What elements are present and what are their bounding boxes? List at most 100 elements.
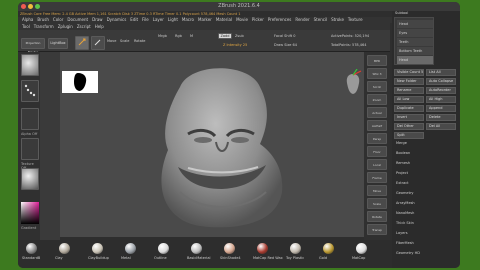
zbrush-window: ZBrush 2021.6.4 ZBrush Core Free Mem: 2.… — [18, 2, 460, 268]
tray-autoreorder-button[interactable]: AutoReorder — [426, 87, 456, 94]
right-shelf-scroll-button[interactable]: Scroll — [367, 81, 387, 92]
right-shelf-floor-button[interactable]: Floor — [367, 146, 387, 157]
active-points-readout: ActivePoints: 520,194 — [331, 34, 370, 38]
texture-slot[interactable] — [21, 138, 39, 160]
material-claybuildup-icon[interactable] — [92, 243, 103, 254]
right-shelf-zoom-button[interactable]: Zoom — [367, 94, 387, 105]
menu-help[interactable]: Help — [95, 23, 104, 30]
alpha-off-label: Alpha Off — [21, 132, 38, 136]
material-outline-icon[interactable] — [158, 243, 169, 254]
tray-rename-button[interactable]: Rename — [394, 87, 424, 94]
material-clay-icon[interactable] — [59, 243, 70, 254]
tray-all-low-button[interactable]: All Low — [394, 96, 424, 103]
subtool-tray: Subtool Head Eyes Teeth Bottom Teeth Head Vi… — [392, 11, 460, 268]
m-label[interactable]: M — [190, 34, 193, 38]
subtool-list[interactable]: Head Eyes Teeth Bottom Teeth Head — [394, 17, 434, 65]
tray-insert-button[interactable]: Insert — [394, 114, 424, 121]
material-matcap-icon[interactable] — [356, 243, 367, 254]
tray-nanomesh-item[interactable]: NanoMesh — [396, 211, 414, 215]
rgb-label[interactable]: Rgb — [175, 34, 182, 38]
right-shelf-bpr-button[interactable]: BPR — [367, 55, 387, 66]
tray-thick-skin-item[interactable]: Thick Skin — [396, 221, 414, 225]
right-shelf-aahalf-button[interactable]: AAHalf — [367, 120, 387, 131]
tray-layers-item[interactable]: Layers — [396, 231, 408, 235]
subtool-row[interactable]: Head — [397, 20, 433, 28]
draw-icon — [94, 39, 101, 46]
material-matcap-red-wax-icon[interactable] — [257, 243, 268, 254]
right-shelf: BPR SPix 3 Scroll Zoom Actual AAHalf Persp Floo… — [364, 52, 390, 240]
right-shelf-frame-button[interactable]: Frame — [367, 172, 387, 183]
lightbox-button[interactable]: LightBox — [48, 38, 68, 49]
material-label: SkinShade4 — [220, 256, 241, 260]
draw-size-slider[interactable]: Draw Size 64 — [274, 43, 297, 47]
alpha-slot[interactable] — [21, 108, 39, 130]
right-shelf-local-button[interactable]: Local — [367, 159, 387, 170]
right-shelf-actual-button[interactable]: Actual — [367, 107, 387, 118]
material-standardb-icon[interactable] — [26, 243, 37, 254]
tray-split-button[interactable]: Split — [394, 132, 424, 139]
menu-tool[interactable]: Tool — [22, 23, 30, 30]
tray-remesh-item[interactable]: Remesh — [396, 161, 410, 165]
tray-boolean-item[interactable]: Boolean — [396, 151, 410, 155]
right-shelf-scale-button[interactable]: Scale — [367, 198, 387, 209]
material-label: Toy Plastic — [286, 256, 305, 260]
material-label: StandardB — [22, 256, 41, 260]
tray-merge-item[interactable]: Merge — [396, 141, 407, 145]
tray-extract-item[interactable]: Extract — [396, 181, 409, 185]
sculpt-model[interactable] — [60, 52, 384, 237]
subtool-row[interactable]: Teeth — [397, 38, 433, 46]
scale-label[interactable]: Scale — [120, 39, 129, 43]
tray-project-item[interactable]: Project — [396, 171, 408, 175]
mrgb-label[interactable]: Mrgb — [158, 34, 167, 38]
material-toy-plastic-icon[interactable] — [290, 243, 301, 254]
tray-duplicate-button[interactable]: Duplicate — [394, 105, 424, 112]
z-intensity-slider[interactable]: Z Intensity 25 — [223, 43, 247, 47]
tray-del-other-button[interactable]: Del Other — [394, 123, 424, 130]
material-skinshade4-icon[interactable] — [224, 243, 235, 254]
menu-zplugin[interactable]: Zplugin — [58, 23, 73, 30]
material-label: Outline — [154, 256, 167, 260]
rotate-label[interactable]: Rotate — [134, 39, 145, 43]
tray-list-all-button[interactable]: List All — [426, 69, 456, 76]
focal-shift-slider[interactable]: Focal Shift 0 — [274, 34, 295, 38]
material-label: MatCap — [352, 256, 366, 260]
window-title: ZBrush 2021.6.4 — [218, 3, 260, 9]
material-slot[interactable] — [21, 168, 39, 190]
material-label: ClayBuildup — [88, 256, 109, 260]
tray-auto-collapse-button[interactable]: Auto Collapse — [426, 78, 456, 85]
zadd-button[interactable]: Zadd — [218, 33, 232, 39]
tray-geometry-hd-item[interactable]: Geometry HD — [396, 251, 420, 255]
move-label[interactable]: Move — [107, 39, 116, 43]
navigation-gizmo[interactable] — [341, 69, 365, 99]
right-shelf-spix-3-button[interactable]: SPix 3 — [367, 68, 387, 79]
zsub-label[interactable]: Zsub — [235, 34, 244, 38]
tray-del-all-button[interactable]: Del All — [426, 123, 456, 130]
tray-new-folder-button[interactable]: New Folder — [394, 78, 424, 85]
tray-all-high-button[interactable]: All High — [426, 96, 456, 103]
tray-append-button[interactable]: Append — [426, 105, 456, 112]
menu-zscript[interactable]: Zscript — [77, 23, 91, 30]
tray-arraymesh-item[interactable]: ArrayMesh — [396, 201, 415, 205]
material-metal-icon[interactable] — [125, 243, 136, 254]
material-gold-icon[interactable] — [323, 243, 334, 254]
right-shelf-persp-button[interactable]: Persp — [367, 133, 387, 144]
right-shelf-transp-button[interactable]: Transp — [367, 224, 387, 235]
draw-button[interactable] — [91, 36, 105, 50]
subtool-row[interactable]: Head — [397, 56, 433, 64]
right-shelf-move-button[interactable]: Move — [367, 185, 387, 196]
color-picker[interactable] — [21, 202, 39, 224]
subtool-row[interactable]: Bottom Teeth — [397, 47, 433, 55]
projection-master-button[interactable]: Projection Master — [21, 38, 45, 54]
brush-slot[interactable] — [21, 54, 39, 76]
menu-transform[interactable]: Transform — [34, 23, 54, 30]
tray-visible-count-5-button[interactable]: Visible Count 5 — [394, 69, 424, 76]
document-viewport[interactable] — [60, 52, 384, 237]
tray-fibermesh-item[interactable]: FiberMesh — [396, 241, 414, 245]
tray-delete-button[interactable]: Delete — [426, 114, 456, 121]
tray-geometry-item[interactable]: Geometry — [396, 191, 413, 195]
subtool-row[interactable]: Eyes — [397, 29, 433, 37]
edit-button[interactable] — [75, 36, 89, 50]
material-basicmaterial-icon[interactable] — [191, 243, 202, 254]
stroke-slot[interactable] — [21, 80, 39, 102]
right-shelf-rotate-button[interactable]: Rotate — [367, 211, 387, 222]
